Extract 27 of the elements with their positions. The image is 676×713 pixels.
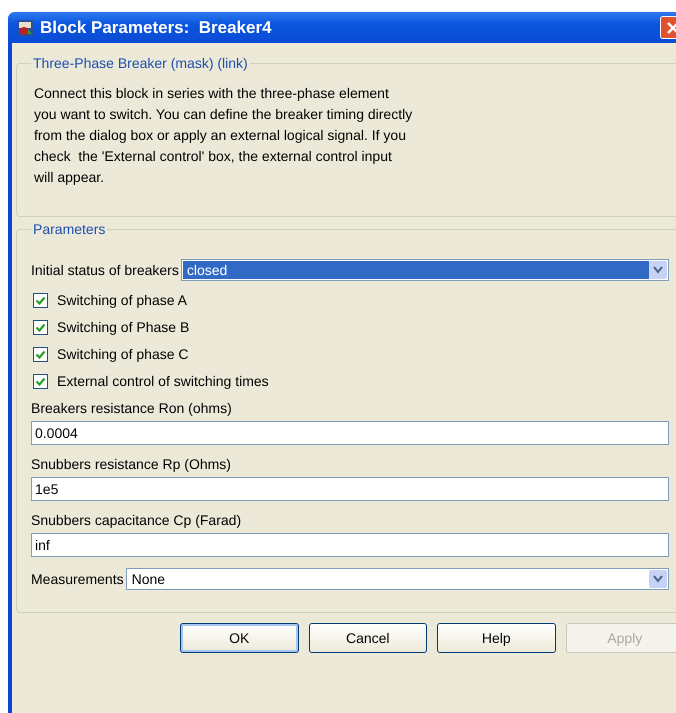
input-field[interactable]: 0.0004 xyxy=(31,421,669,445)
dropdown-label: Initial status of breakers xyxy=(31,262,179,278)
dialog-button[interactable]: Help xyxy=(437,623,556,653)
checkbox-label: Switching of phase C xyxy=(57,346,189,362)
checkbox[interactable] xyxy=(33,320,48,334)
description-text: Connect this block in series with the three-phase element you want to switch. You can define the breaker timing directly from the dialog box or apply an external logical signal. If you check the 'External control' box, the external control input will appear. xyxy=(33,84,414,187)
group-title: Three-Phase Breaker (mask) (link) xyxy=(32,55,249,71)
checkbox-label: External control of switching times xyxy=(57,373,269,389)
dropdown-label: Measurements xyxy=(31,571,124,587)
window-title: Block Parameters: Breaker4 xyxy=(40,18,273,38)
checkbox[interactable] xyxy=(33,346,48,362)
dropdown[interactable]: closed xyxy=(180,259,669,281)
group-title: Parameters xyxy=(32,221,106,237)
checkbox[interactable] xyxy=(33,292,48,308)
checkbox-label: Switching of Phase B xyxy=(57,319,190,335)
close-icon xyxy=(666,20,676,34)
dropdown[interactable]: None xyxy=(126,568,669,590)
dialog-button[interactable]: Cancel xyxy=(308,623,427,653)
dialog-button[interactable]: OK xyxy=(180,623,298,653)
checkbox[interactable] xyxy=(33,374,48,388)
input-field[interactable]: 1e5 xyxy=(31,477,669,501)
field-label: Breakers resistance Ron (ohms) xyxy=(31,400,232,416)
field-label: Snubbers resistance Rp (Ohms) xyxy=(31,456,231,472)
field-label: Snubbers capacitance Cp (Farad) xyxy=(31,512,242,528)
block-icon xyxy=(16,18,34,36)
input-field[interactable]: inf xyxy=(31,533,669,557)
checkbox-label: Switching of phase A xyxy=(57,292,187,308)
